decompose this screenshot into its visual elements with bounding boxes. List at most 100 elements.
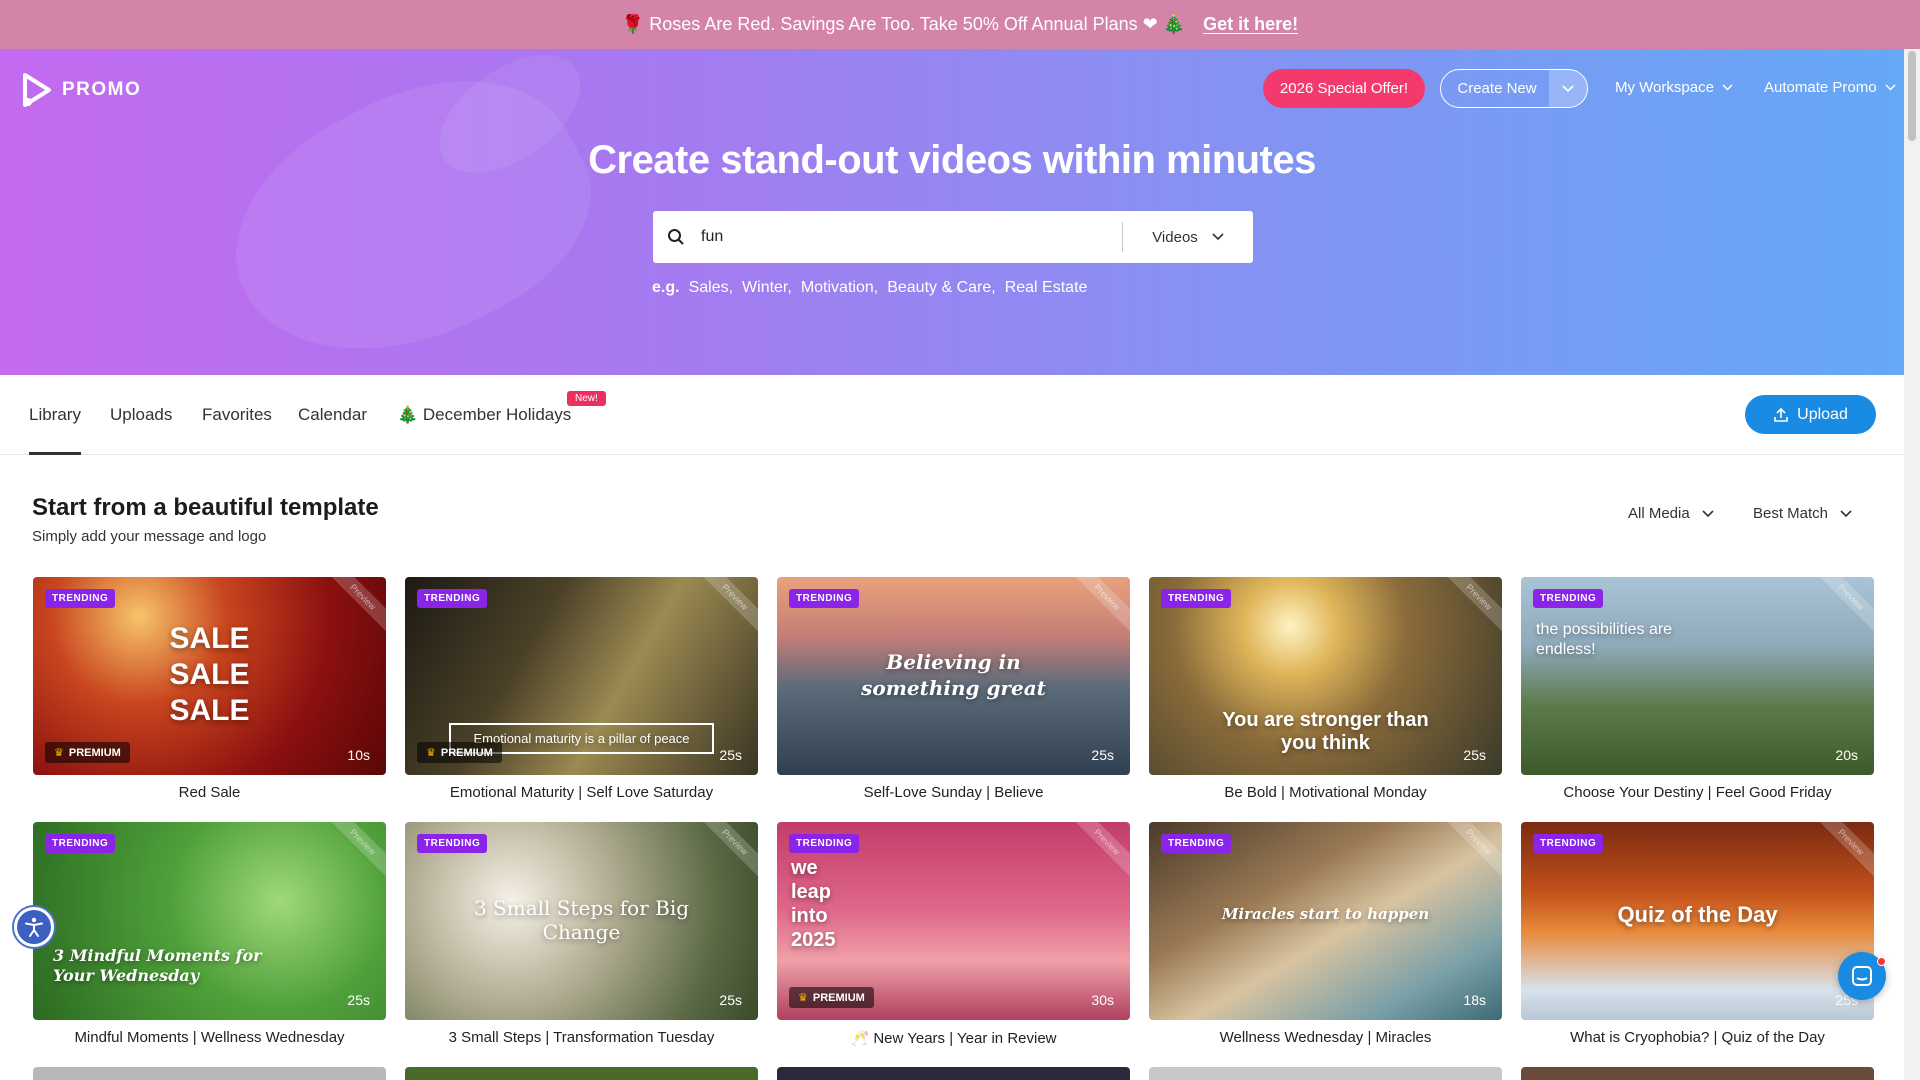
- tab-favorites[interactable]: Favorites: [202, 405, 272, 425]
- preview-ribbon: Preview: [1813, 577, 1874, 635]
- suggestion-sales[interactable]: Sales,: [689, 279, 733, 297]
- premium-label: PREMIUM: [812, 991, 865, 1004]
- template-card-peek[interactable]: [1521, 1067, 1874, 1080]
- card-duration: 25s: [347, 992, 370, 1008]
- trending-badge: TRENDING: [45, 834, 116, 853]
- premium-badge: ♛ PREMIUM: [45, 742, 130, 763]
- card-overlay-text: Quiz of the Day: [1617, 902, 1778, 927]
- card-duration: 25s: [719, 992, 742, 1008]
- card-overlay-text: we leap into 2025: [791, 857, 836, 951]
- card-overlay-text: 3 Small Steps for Big Change: [473, 896, 690, 944]
- page-scrollbar[interactable]: [1904, 49, 1920, 1080]
- preview-ribbon: Preview: [1813, 822, 1874, 880]
- promo-logo-text: PROMO: [62, 79, 142, 100]
- card-title[interactable]: Be Bold | Motivational Monday: [1149, 784, 1502, 801]
- new-badge: New!: [567, 391, 606, 406]
- template-card-self-love-sunday[interactable]: Believing in something great TRENDING Pr…: [777, 577, 1130, 775]
- upload-button[interactable]: Upload: [1745, 395, 1876, 434]
- suggestion-real-estate[interactable]: Real Estate: [1005, 279, 1088, 297]
- my-workspace-label: My Workspace: [1615, 79, 1714, 96]
- card-title[interactable]: Wellness Wednesday | Miracles: [1149, 1029, 1502, 1046]
- search-icon: [653, 228, 699, 246]
- card-overlay-text: SALE SALE SALE: [169, 622, 250, 727]
- chat-icon: [1852, 966, 1872, 986]
- preview-ribbon: Preview: [697, 577, 758, 635]
- search-bar: fun Videos: [653, 211, 1253, 263]
- chat-widget-button[interactable]: [1838, 952, 1886, 1000]
- create-new-label: Create New: [1457, 80, 1537, 97]
- template-card-peek[interactable]: [777, 1067, 1130, 1080]
- accessibility-icon: [17, 910, 51, 944]
- template-card-new-years[interactable]: we leap into 2025 TRENDING Preview ♛ PREM…: [777, 822, 1130, 1020]
- card-title[interactable]: What is Cryophobia? | Quiz of the Day: [1521, 1029, 1874, 1046]
- tab-library[interactable]: Library: [29, 405, 81, 425]
- active-tab-indicator: [29, 452, 81, 455]
- tab-calendar[interactable]: Calendar: [298, 405, 367, 425]
- template-card-emotional-maturity[interactable]: Emotional maturity is a pillar of peace …: [405, 577, 758, 775]
- template-card-3-small-steps[interactable]: 3 Small Steps for Big Change TRENDING Pr…: [405, 822, 758, 1020]
- template-card-choose-your-destiny[interactable]: the possibilities are endless! TRENDING …: [1521, 577, 1874, 775]
- card-title[interactable]: Red Sale: [33, 784, 386, 801]
- suggestion-winter[interactable]: Winter,: [742, 279, 792, 297]
- suggestion-beauty-care[interactable]: Beauty & Care,: [887, 279, 996, 297]
- automate-promo-menu[interactable]: Automate Promo: [1764, 79, 1896, 96]
- chevron-down-icon: [1702, 509, 1714, 517]
- preview-ribbon: Preview: [1069, 577, 1130, 635]
- scrollbar-thumb[interactable]: [1908, 51, 1916, 141]
- hero-banner: PROMO 2026 Special Offer! Create New My …: [0, 49, 1904, 375]
- sort-select[interactable]: Best Match: [1753, 505, 1852, 522]
- card-duration: 25s: [1463, 747, 1486, 763]
- sort-label: Best Match: [1753, 505, 1829, 522]
- create-new-dropdown-toggle[interactable]: [1549, 70, 1587, 107]
- premium-badge: ♛ PREMIUM: [417, 742, 502, 763]
- card-overlay-text: You are stronger than you think: [1222, 709, 1429, 754]
- card-title[interactable]: Choose Your Destiny | Feel Good Friday: [1521, 784, 1874, 801]
- premium-label: PREMIUM: [68, 746, 121, 759]
- template-card-wellness-miracles[interactable]: Miracles start to happen TRENDING Previe…: [1149, 822, 1502, 1020]
- chevron-down-icon: [1885, 84, 1896, 91]
- card-title[interactable]: 3 Small Steps | Transformation Tuesday: [405, 1029, 758, 1046]
- crown-icon: ♛: [426, 747, 436, 759]
- section-title: Start from a beautiful template: [32, 494, 379, 521]
- card-duration: 10s: [347, 747, 370, 763]
- search-input[interactable]: fun: [699, 228, 1122, 246]
- special-offer-button[interactable]: 2026 Special Offer!: [1263, 69, 1425, 108]
- hero-title: Create stand-out videos within minutes: [588, 138, 1316, 182]
- card-title[interactable]: Self-Love Sunday | Believe: [777, 784, 1130, 801]
- suggestion-motivation[interactable]: Motivation,: [801, 279, 878, 297]
- announcement-link[interactable]: Get it here!: [1203, 14, 1298, 35]
- card-overlay-text: the possibilities are endless!: [1536, 621, 1673, 658]
- media-filter-label: All Media: [1628, 505, 1690, 522]
- my-workspace-menu[interactable]: My Workspace: [1615, 79, 1733, 96]
- template-card-mindful-moments[interactable]: 3 Mindful Moments for Your Wednesday TRE…: [33, 822, 386, 1020]
- template-card-red-sale[interactable]: SALE SALE SALE TRENDING Preview ♛ PREMIUM…: [33, 577, 386, 775]
- promo-logo[interactable]: PROMO: [22, 73, 141, 107]
- create-new-button[interactable]: Create New: [1440, 69, 1588, 108]
- card-title[interactable]: 🥂 New Years | Year in Review: [777, 1029, 1130, 1047]
- preview-ribbon: Preview: [1441, 577, 1502, 635]
- search-type-label: Videos: [1152, 228, 1198, 246]
- template-card-peek[interactable]: [33, 1067, 386, 1080]
- tab-uploads[interactable]: Uploads: [110, 405, 172, 425]
- trending-badge: TRENDING: [789, 589, 860, 608]
- template-card-be-bold[interactable]: You are stronger than you think TRENDING…: [1149, 577, 1502, 775]
- template-card-quiz-of-the-day[interactable]: Quiz of the Day TRENDING Preview 25s: [1521, 822, 1874, 1020]
- card-title[interactable]: Mindful Moments | Wellness Wednesday: [33, 1029, 386, 1046]
- card-title[interactable]: Emotional Maturity | Self Love Saturday: [405, 784, 758, 801]
- trending-badge: TRENDING: [45, 589, 116, 608]
- accessibility-button[interactable]: [12, 905, 56, 949]
- upload-label: Upload: [1797, 405, 1848, 423]
- trending-badge: TRENDING: [1533, 834, 1604, 853]
- library-tabs: Library Uploads Favorites Calendar 🎄 Dec…: [0, 375, 1904, 455]
- trending-badge: TRENDING: [1161, 589, 1232, 608]
- premium-label: PREMIUM: [440, 746, 493, 759]
- template-card-peek[interactable]: [405, 1067, 758, 1080]
- announcement-bar: 🌹 Roses Are Red. Savings Are Too. Take 5…: [0, 0, 1920, 49]
- media-filter-select[interactable]: All Media: [1628, 505, 1714, 522]
- chevron-down-icon: [1722, 84, 1733, 91]
- tab-december-holidays[interactable]: 🎄 December Holidays: [397, 405, 571, 425]
- chevron-down-icon: [1562, 84, 1574, 92]
- card-overlay-text: Miracles start to happen: [1221, 905, 1430, 923]
- template-card-peek[interactable]: [1149, 1067, 1502, 1080]
- search-type-select[interactable]: Videos: [1123, 229, 1253, 246]
